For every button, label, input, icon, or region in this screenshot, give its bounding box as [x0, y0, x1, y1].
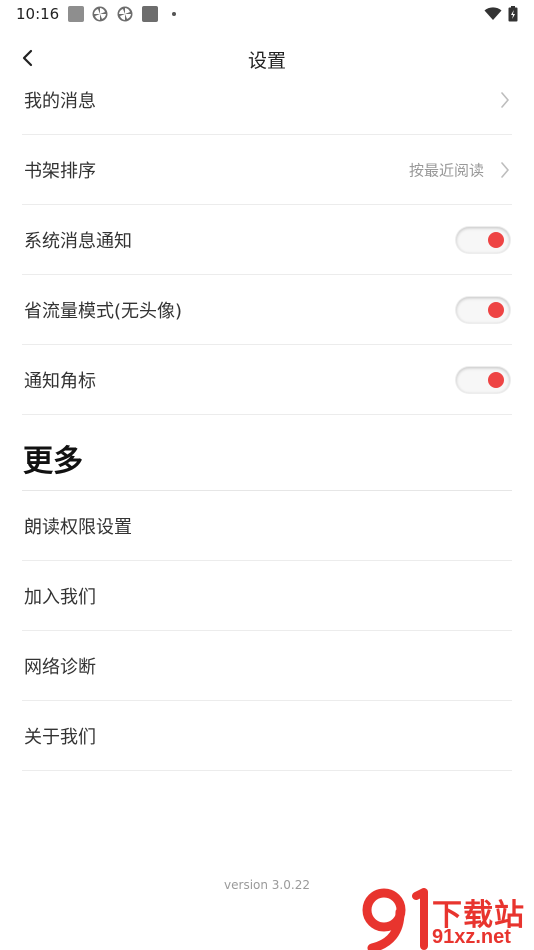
join-us-row[interactable]: 加入我们: [22, 562, 512, 631]
wifi-icon: [484, 7, 502, 20]
watermark-91-icon: [362, 888, 428, 950]
my-messages-label: 我的消息: [24, 91, 96, 112]
about-us-row[interactable]: 关于我们: [22, 702, 512, 771]
system-notify-toggle[interactable]: [456, 227, 510, 253]
list-item-label: 加入我们: [24, 587, 96, 608]
badge-notify-toggle[interactable]: [456, 367, 510, 393]
badge-notify-label: 通知角标: [24, 371, 96, 392]
data-saver-toggle[interactable]: [456, 297, 510, 323]
status-bar: 10:16: [0, 0, 534, 28]
network-diagnosis-row[interactable]: 网络诊断: [22, 632, 512, 701]
status-time: 10:16: [16, 5, 60, 23]
toggle-knob: [488, 372, 504, 388]
more-section-title: 更多: [23, 444, 83, 479]
chevron-right-icon: [501, 162, 509, 178]
toggle-knob: [488, 302, 504, 318]
data-saver-label: 省流量模式(无头像): [24, 301, 183, 322]
shelf-sort-value: 按最近阅读: [408, 161, 484, 180]
toggle-knob: [488, 232, 504, 248]
pinwheel-icon: [92, 6, 108, 22]
system-notify-label: 系统消息通知: [24, 231, 132, 252]
system-notify-row: 系统消息通知: [22, 206, 512, 275]
shelf-sort-row[interactable]: 书架排序 按最近阅读: [22, 136, 512, 205]
list-item-label: 朗读权限设置: [24, 517, 132, 538]
pinwheel-icon: [117, 6, 133, 22]
watermark-domain: 91xz.net: [432, 926, 511, 948]
my-messages-row[interactable]: 我的消息: [22, 66, 512, 135]
watermark-logo: 下载站 91xz.net: [360, 888, 534, 950]
battery-icon: [508, 6, 518, 22]
square-icon: [68, 6, 84, 22]
list-item-label: 关于我们: [24, 727, 96, 748]
read-aloud-permission-row[interactable]: 朗读权限设置: [22, 492, 512, 561]
list-item-label: 网络诊断: [24, 657, 96, 678]
dot-icon: [172, 12, 176, 16]
badge-notify-row: 通知角标: [22, 346, 512, 415]
divider: [22, 490, 512, 491]
data-saver-row: 省流量模式(无头像): [22, 276, 512, 345]
shelf-sort-label: 书架排序: [24, 161, 96, 182]
square-icon: [142, 6, 158, 22]
chevron-right-icon: [501, 92, 509, 108]
